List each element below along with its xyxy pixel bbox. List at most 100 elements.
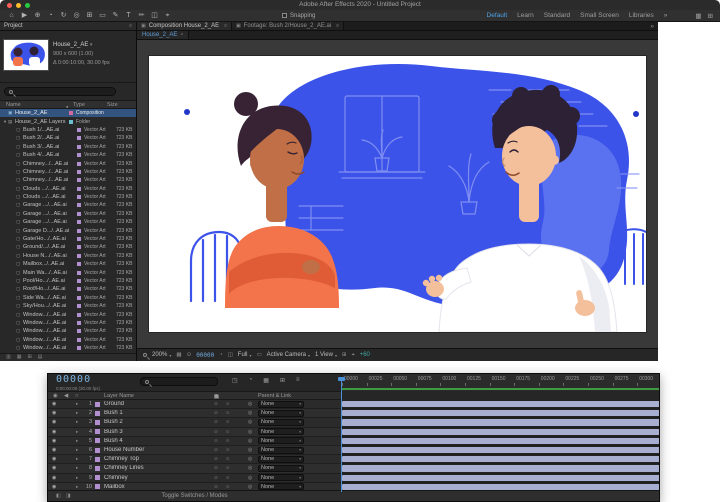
project-item-row[interactable]: ▢Bush 3/...AE.aiVector Art723 KB bbox=[0, 143, 136, 151]
layer-track-lane[interactable] bbox=[341, 446, 660, 454]
layer-track-lane[interactable] bbox=[341, 409, 660, 417]
layer-track-lane[interactable] bbox=[341, 428, 660, 436]
parent-link-select[interactable]: None▾ bbox=[258, 456, 304, 463]
timeline-layer-row[interactable]: ◉▸5Bush 4⊘⊙◎None▾ bbox=[48, 437, 660, 446]
label-color-chip[interactable] bbox=[77, 195, 81, 199]
layer-switches-icons[interactable]: ⊘⊙ bbox=[214, 475, 248, 481]
audio-column-icon[interactable]: ◀ bbox=[64, 393, 68, 399]
layer-duration-bar[interactable] bbox=[342, 438, 660, 444]
label-color-chip[interactable] bbox=[77, 245, 81, 249]
project-item-row[interactable]: ▢Chimney.../...AE.aiVector Art723 KB bbox=[0, 159, 136, 167]
type-tool-icon[interactable]: T bbox=[122, 10, 135, 21]
layer-name[interactable]: Mailbox bbox=[104, 484, 214, 490]
home-icon[interactable]: ⌂ bbox=[5, 10, 18, 21]
workspace-default[interactable]: Default bbox=[487, 12, 508, 19]
parent-link-select[interactable]: None▾ bbox=[258, 465, 304, 472]
project-item-row[interactable]: ▢Window.../...AE.aiVector Art723 KB bbox=[0, 319, 136, 327]
parent-pickwhip-icon[interactable]: ◎ bbox=[248, 484, 258, 490]
layer-disclosure-icon[interactable]: ▸ bbox=[76, 410, 83, 416]
label-color-chip[interactable] bbox=[69, 120, 73, 124]
fast-previews-icon[interactable]: ⌖ bbox=[352, 349, 355, 361]
parent-link-select[interactable]: None▾ bbox=[258, 419, 304, 426]
layer-visibility-eye-icon[interactable]: ◉ bbox=[52, 475, 60, 481]
label-color-chip[interactable] bbox=[77, 338, 81, 342]
parent-link-select[interactable]: None▾ bbox=[258, 401, 304, 408]
layer-name[interactable]: Bush 2 bbox=[104, 419, 214, 425]
current-time-display[interactable]: 00000 bbox=[56, 374, 91, 385]
shape-tool-icon[interactable]: ▭ bbox=[96, 10, 109, 21]
parent-pickwhip-icon[interactable]: ◎ bbox=[248, 475, 258, 481]
selection-tool-icon[interactable]: ▶ bbox=[18, 10, 31, 21]
project-item-row[interactable]: ▢Main Wa.../..AE.aiVector Art723 KB bbox=[0, 268, 136, 276]
preview-comp-name[interactable]: House_2_AE bbox=[53, 42, 88, 48]
clone-stamp-tool-icon[interactable]: ◫ bbox=[148, 10, 161, 21]
motion-blur-icon[interactable]: ⊞ bbox=[280, 377, 285, 384]
layer-visibility-eye-icon[interactable]: ◉ bbox=[52, 484, 60, 490]
timeline-search-input[interactable] bbox=[140, 377, 218, 386]
timeline-layer-row[interactable]: ◉▸8Chimney Lines⊘⊙◎None▾ bbox=[48, 464, 660, 473]
label-color-chip[interactable] bbox=[77, 321, 81, 325]
mask-visibility-icon[interactable]: ⊙ bbox=[187, 349, 192, 361]
layer-switches-icons[interactable]: ⊘⊙ bbox=[214, 429, 248, 435]
snapping-toggle[interactable]: Snapping bbox=[282, 13, 315, 19]
draft-3d-icon[interactable]: ◔ bbox=[249, 377, 253, 384]
view-layout-select[interactable]: 1 View▾ bbox=[315, 352, 337, 358]
composition-viewport[interactable] bbox=[137, 40, 658, 348]
parent-pickwhip-icon[interactable]: ◎ bbox=[248, 447, 258, 453]
layer-disclosure-icon[interactable]: ▸ bbox=[76, 401, 83, 407]
workspace-layout-icon[interactable]: ▦ bbox=[695, 12, 701, 20]
project-item-row[interactable]: ▢Ground/.../..AE.aiVector Art723 KB bbox=[0, 243, 136, 251]
workspace-standard[interactable]: Standard bbox=[544, 12, 570, 19]
layer-visibility-eye-icon[interactable]: ◉ bbox=[52, 447, 60, 453]
orbit-camera-tool-icon[interactable]: ↻ bbox=[57, 10, 70, 21]
label-color-chip[interactable] bbox=[77, 220, 81, 224]
label-color-chip[interactable] bbox=[77, 237, 81, 241]
current-time-indicator[interactable] bbox=[341, 377, 342, 492]
project-footer-icon-3[interactable]: ▤ bbox=[38, 354, 43, 361]
column-size[interactable]: Size bbox=[107, 102, 118, 108]
timeline-layer-row[interactable]: ◉▸9Chimney⊘⊙◎None▾ bbox=[48, 474, 660, 483]
project-item-row[interactable]: ▢Gate/Ho.../..AE.aiVector Art723 KB bbox=[0, 235, 136, 243]
layer-label-chip[interactable] bbox=[95, 429, 100, 434]
label-color-chip[interactable] bbox=[77, 229, 81, 233]
layer-switches-icons[interactable]: ⊘⊙ bbox=[214, 456, 248, 462]
project-item-row[interactable]: ▢Clouds .../...AE.aiVector Art723 KB bbox=[0, 185, 136, 193]
pixel-aspect-icon[interactable]: ⊞ bbox=[342, 349, 347, 361]
grid-guides-icon[interactable]: ▦ bbox=[176, 349, 181, 361]
project-item-row[interactable]: ▢Window.../...AE.aiVector Art723 KB bbox=[0, 327, 136, 335]
layer-label-chip[interactable] bbox=[95, 466, 100, 471]
column-parent-link[interactable]: Parent & Link bbox=[258, 393, 291, 399]
region-of-interest-icon[interactable]: ▭ bbox=[256, 349, 261, 361]
layer-name[interactable]: Bush 1 bbox=[104, 410, 214, 416]
panel-menu-icon[interactable]: ≡ bbox=[129, 23, 132, 29]
viewer-tab[interactable]: House_2_AE × bbox=[137, 31, 189, 39]
layer-name[interactable]: Bush 4 bbox=[104, 438, 214, 444]
layer-duration-bar[interactable] bbox=[342, 429, 660, 435]
layer-name[interactable]: House Number bbox=[104, 447, 214, 453]
layer-switches-icons[interactable]: ⊘⊙ bbox=[214, 401, 248, 407]
parent-link-select[interactable]: None▾ bbox=[258, 410, 304, 417]
parent-pickwhip-icon[interactable]: ◎ bbox=[248, 438, 258, 444]
layer-label-chip[interactable] bbox=[95, 475, 100, 480]
project-item-row[interactable]: ▢Garage .../...AE.aiVector Art723 KB bbox=[0, 201, 136, 209]
project-item-row[interactable]: ▢Bush 1/...AE.aiVector Art723 KB bbox=[0, 126, 136, 134]
layer-visibility-eye-icon[interactable]: ◉ bbox=[52, 429, 60, 435]
layer-track-lane[interactable] bbox=[341, 437, 660, 445]
close-icon[interactable]: × bbox=[180, 32, 183, 38]
rotation-tool-icon[interactable]: ◎ bbox=[70, 10, 83, 21]
project-item-row[interactable]: ▢Bush 2/...AE.aiVector Art723 KB bbox=[0, 134, 136, 142]
project-footer-icon-0[interactable]: ▥ bbox=[6, 354, 11, 361]
label-color-chip[interactable] bbox=[77, 178, 81, 182]
parent-link-select[interactable]: None▾ bbox=[258, 428, 304, 435]
layer-disclosure-icon[interactable]: ▸ bbox=[76, 419, 83, 425]
layer-duration-bar[interactable] bbox=[342, 475, 660, 481]
project-item-row[interactable]: ▢Clouds .../...AE.aiVector Art723 KB bbox=[0, 193, 136, 201]
label-color-chip[interactable] bbox=[77, 313, 81, 317]
layer-switches-icons[interactable]: ⊘⊙ bbox=[214, 484, 248, 490]
project-item-row[interactable]: ▢Roof/Ho.../..AE.aiVector Art723 KB bbox=[0, 285, 136, 293]
layer-disclosure-icon[interactable]: ▸ bbox=[76, 438, 83, 444]
layer-label-chip[interactable] bbox=[95, 438, 100, 443]
layer-label-chip[interactable] bbox=[95, 402, 100, 407]
layer-duration-bar[interactable] bbox=[342, 419, 660, 425]
channels-icon[interactable]: ◫ bbox=[228, 349, 233, 361]
